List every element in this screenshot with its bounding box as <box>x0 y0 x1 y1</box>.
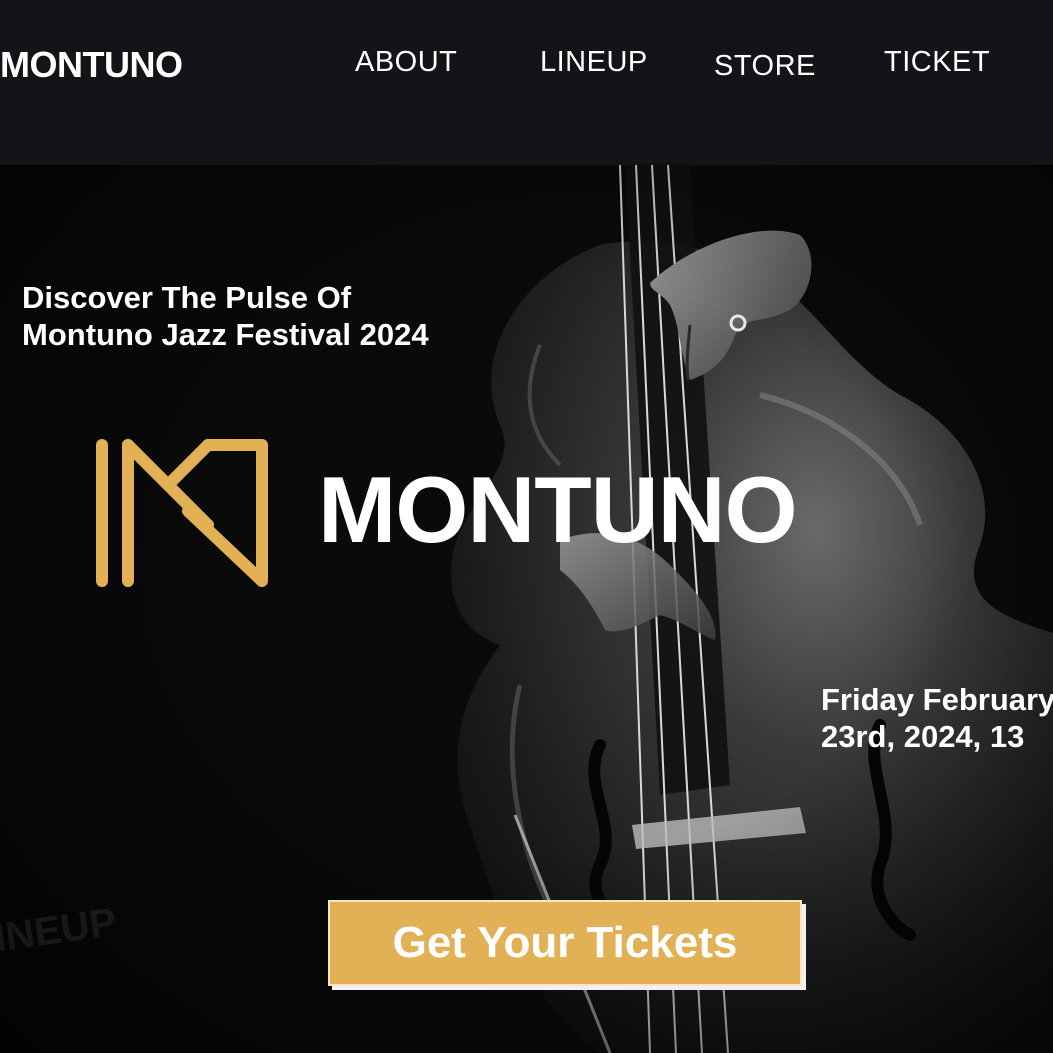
hero-tagline: Discover The Pulse Of Montuno Jazz Festi… <box>22 279 542 353</box>
nav-item-ticket[interactable]: TICKET <box>884 46 990 79</box>
brand-logo-text[interactable]: MONTUNO <box>0 44 183 86</box>
event-date: Friday February 23rd, 2024, 13 <box>821 681 1053 755</box>
event-date-line-2: 23rd, 2024, 13 <box>821 719 1025 754</box>
nav-item-lineup[interactable]: LINEUP <box>540 46 648 79</box>
nav-item-about[interactable]: ABOUT <box>355 46 457 79</box>
tagline-line-2: Montuno Jazz Festival 2024 <box>22 317 429 352</box>
tagline-line-1: Discover The Pulse Of <box>22 280 352 315</box>
event-date-line-1: Friday February <box>821 682 1053 717</box>
montuno-logo-icon <box>96 439 268 587</box>
site-header: MONTUNO ABOUT LINEUP STORE TICKET <box>0 0 1053 165</box>
hero-section: LINEUP Discover The Pulse Of Montuno Jaz… <box>0 165 1053 1053</box>
festival-logo-wordmark: MONTUNO <box>318 457 798 562</box>
nav-item-store[interactable]: STORE <box>714 50 816 83</box>
landing-page: MONTUNO ABOUT LINEUP STORE TICKET LINEUP… <box>0 0 1053 1053</box>
get-tickets-button[interactable]: Get Your Tickets <box>328 900 802 986</box>
